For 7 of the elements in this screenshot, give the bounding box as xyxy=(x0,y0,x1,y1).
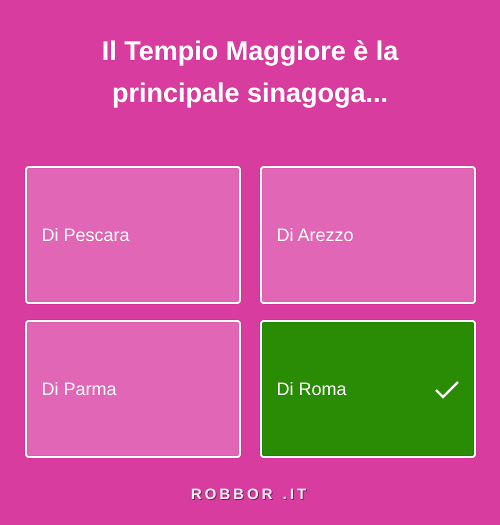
answer-option[interactable]: Di Roma xyxy=(260,320,476,458)
site-logo: ROBBOR .IT xyxy=(190,485,310,505)
question-title: Il Tempio Maggiore è la principale sinagoga... xyxy=(100,35,400,110)
checkmark-icon xyxy=(434,380,460,400)
answer-option[interactable]: Di Arezzo xyxy=(260,166,476,304)
answer-option[interactable]: Di Parma xyxy=(24,320,240,458)
answer-option[interactable]: Di Pescara xyxy=(24,166,240,304)
